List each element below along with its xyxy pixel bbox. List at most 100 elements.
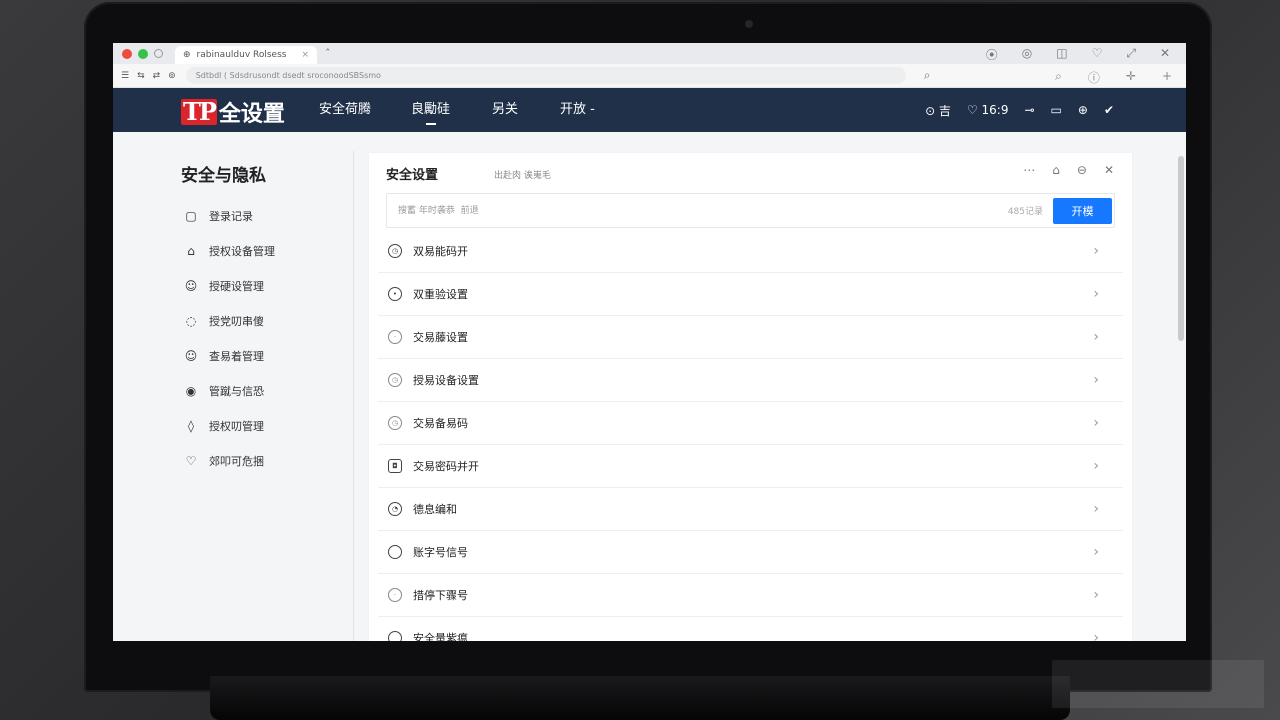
aspect-ratio[interactable]: ♡ 16:9 (967, 103, 1009, 117)
sidebar-item-label: 管蹴与信恐 (209, 385, 264, 398)
move-icon[interactable]: ✛ (1126, 69, 1136, 86)
expand-icon[interactable]: ⤢ (1126, 46, 1136, 63)
watermark (1052, 660, 1264, 708)
app-logo[interactable]: TP 全设置 (181, 96, 285, 128)
sidebar-item[interactable]: ◉ 管蹴与信恐 (183, 383, 264, 399)
row-label: 德息编和 (413, 503, 457, 516)
camera-icon[interactable]: ◫ (1056, 46, 1067, 63)
settings-row[interactable]: ◔ 德息编和 › (378, 488, 1123, 531)
sidebar-item-icon: ☺ (184, 279, 198, 293)
chevron-right-icon: › (1093, 329, 1099, 345)
toolbar-icons: ⌕ ⓘ ✛ + (1055, 69, 1172, 86)
row-label: 双重验设置 (413, 288, 468, 301)
shield-icon[interactable]: ◎ (1022, 46, 1032, 63)
logo-text: 全设置 (218, 102, 285, 127)
row-icon: · (388, 330, 402, 344)
logo-mark: TP (181, 97, 217, 126)
tab-title: rabinaulduv Rolsess (196, 50, 287, 60)
row-icon: ◔ (388, 502, 402, 516)
row-label: 交易备易码 (413, 417, 468, 430)
settings-row[interactable]: · 交易藤设置 › (378, 316, 1123, 359)
chevron-right-icon: › (1093, 415, 1099, 431)
chevron-right-icon: › (1093, 630, 1099, 641)
nav-item-open[interactable]: 开放 - (560, 88, 595, 132)
settings-row[interactable]: ◷ 授易设备设置 › (378, 359, 1123, 402)
link-icon[interactable]: ⊸ (1024, 103, 1034, 117)
window-icon[interactable]: ▭ (1051, 103, 1062, 117)
open-button[interactable]: 开模 (1053, 197, 1112, 224)
row-icon: ◘ (388, 459, 402, 473)
sidebar-item[interactable]: ◊ 授权叨管理 (183, 418, 264, 434)
row-label: 授易设备设置 (413, 374, 479, 387)
window-close-button[interactable] (122, 48, 132, 59)
app-header: TP 全设置 安全荷腾 良勵硅 另关 开放 - ⊙ 吉 ♡ 16:9 ⊸ ▭ ⊕… (113, 88, 1186, 132)
sidebar-item[interactable]: ☺ 查易着管理 (183, 348, 264, 364)
nav-item-2[interactable]: 良勵硅 (411, 88, 450, 132)
settings-row[interactable]: ◷ 交易备易码 › (378, 402, 1123, 445)
settings-row[interactable]: ◷ 双易能码开 › (378, 230, 1123, 273)
record-icon[interactable]: ⦿ (986, 46, 998, 63)
chevron-right-icon: › (1093, 587, 1099, 603)
zoom-icon[interactable]: ⌕ (1055, 69, 1062, 86)
settings-row[interactable]: 安全量紫瘟 › (378, 617, 1123, 641)
forward-icon[interactable]: ⇄ (153, 71, 161, 81)
info-icon[interactable]: ⓘ (1088, 69, 1100, 86)
close-icon[interactable]: ✕ (1104, 163, 1114, 177)
add-icon[interactable]: ⊕ (1078, 103, 1088, 117)
panel-tools: ⋯ ⌂ ⊖ ✕ (1023, 163, 1114, 177)
row-icon: ◷ (388, 416, 402, 430)
sidebar-item[interactable]: ☺ 授硬设管理 (183, 278, 264, 294)
back-icon[interactable]: ⇆ (137, 71, 145, 81)
sidebar-item-icon: ☺ (184, 349, 198, 363)
more-icon[interactable]: ⋯ (1023, 163, 1035, 177)
window-zoom-button[interactable] (138, 48, 148, 59)
settings-row[interactable]: · 措停下骤号 › (378, 574, 1123, 617)
close-icon[interactable]: ✕ (1160, 46, 1170, 63)
tab-close-icon[interactable]: × (301, 50, 309, 60)
sidebar-item-label: 郊叩可危捆 (209, 455, 264, 468)
sidebar-item-icon: ◌ (185, 314, 197, 328)
sidebar-item-label: 授硬设管理 (209, 280, 264, 293)
status-left[interactable]: ⊙ 吉 (925, 102, 951, 119)
reload-icon[interactable]: ⊚ (168, 71, 176, 81)
page-icon: ⊕ (183, 50, 191, 60)
window-minimize-button[interactable] (154, 49, 163, 58)
search-icon[interactable]: ⌕ (924, 68, 931, 83)
sidebar-item-label: 查易着管理 (209, 350, 264, 363)
minus-circle-icon[interactable]: ⊖ (1077, 163, 1087, 177)
nav-item-3[interactable]: 另关 (492, 88, 518, 132)
sidebar-item-label: 授权叨管理 (209, 420, 264, 433)
new-tab-icon[interactable]: ˆ (325, 47, 331, 60)
heart-icon[interactable]: ♡ (1092, 46, 1103, 63)
row-icon (388, 631, 402, 641)
camera-icon (745, 20, 753, 28)
row-label: 双易能码开 (413, 245, 468, 258)
menu-icon[interactable]: ☰ (121, 71, 129, 81)
url-field[interactable]: Sdtbdl ( Sdsdrusondt dsedt sroconoodSBSs… (185, 67, 906, 84)
chevron-right-icon: › (1093, 458, 1099, 474)
sidebar-item[interactable]: ♡ 郊叩可危捆 (183, 453, 264, 469)
browser-tab[interactable]: ⊕ rabinaulduv Rolsess × (175, 46, 317, 64)
search-input[interactable] (387, 194, 1008, 227)
scrollbar[interactable] (1178, 156, 1184, 341)
settings-row[interactable]: 账字号信号 › (378, 531, 1123, 574)
settings-row[interactable]: • 双重验设置 › (378, 273, 1123, 316)
row-label: 安全量紫瘟 (413, 632, 468, 641)
sidebar-item-icon: ⌂ (187, 244, 195, 258)
sidebar-item[interactable]: ◌ 授党叨串傻 (183, 313, 264, 329)
check-icon[interactable]: ✔ (1104, 103, 1114, 117)
sidebar-item[interactable]: ▢ 登录记录 (183, 208, 253, 224)
row-label: 措停下骤号 (413, 589, 468, 602)
lock-icon[interactable]: ⌂ (1052, 163, 1060, 177)
plus-icon[interactable]: + (1162, 69, 1172, 86)
settings-row[interactable]: ◘ 交易密码并开 › (378, 445, 1123, 488)
chevron-right-icon: › (1093, 243, 1099, 259)
sidebar-item-icon: ◊ (188, 419, 194, 433)
nav-item-security[interactable]: 安全荷腾 (319, 88, 371, 132)
sidebar-item[interactable]: ⌂ 授权设备管理 (183, 243, 275, 259)
chevron-right-icon: › (1093, 501, 1099, 517)
divider (353, 151, 354, 641)
sidebar-title: 安全与隐私 (181, 166, 266, 186)
panel-subtitle: 出赴肉 诶嵬毛 (494, 171, 551, 181)
sidebar-item-label: 授权设备管理 (209, 245, 275, 258)
